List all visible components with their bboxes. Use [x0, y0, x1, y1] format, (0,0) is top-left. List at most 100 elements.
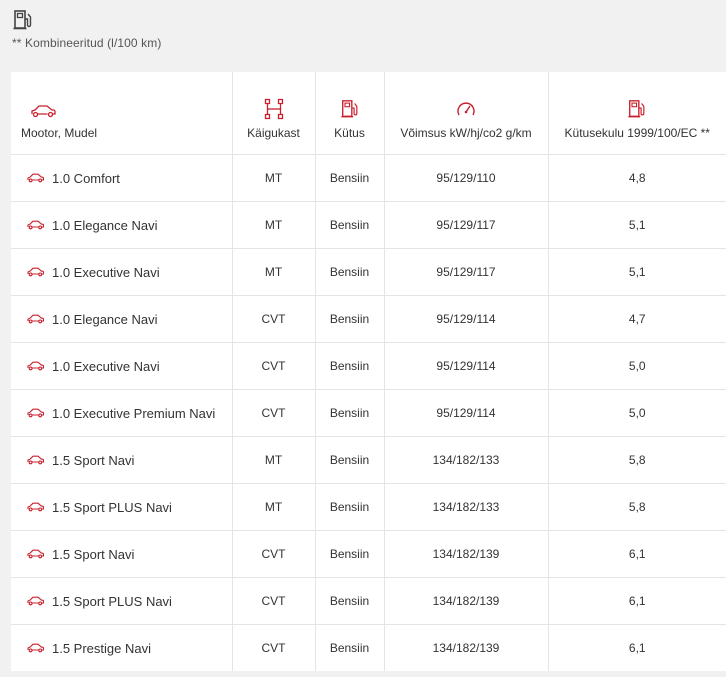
consumption-cell: 6,1 — [628, 641, 646, 655]
car-icon — [27, 549, 44, 559]
power-cell: 95/129/110 — [384, 154, 549, 202]
car-icon — [27, 596, 44, 606]
table-row: 1.5 Sport Navi CVT Bensiin 134/182/139 6… — [11, 530, 726, 578]
fuel-cell: Bensiin — [315, 436, 385, 484]
fuel-cell: Bensiin — [315, 154, 385, 202]
power-cell: 134/182/139 — [384, 577, 549, 625]
model-cell: 1.0 Executive Navi — [11, 248, 233, 296]
power-cell: 95/129/114 — [384, 342, 549, 390]
model-name: 1.0 Executive Navi — [52, 264, 160, 280]
consumption-cell: 4,8 — [548, 154, 726, 202]
consumption-cell: 5,0 — [548, 389, 726, 437]
consumption-cell: 6,1 — [548, 530, 726, 578]
model-name: 1.5 Sport PLUS Navi — [52, 593, 172, 609]
model-cell: 1.5 Prestige Navi — [11, 624, 233, 671]
gearbox-cell: CVT — [232, 530, 316, 578]
table-row: 1.0 Executive Navi MT Bensiin 95/129/117… — [11, 248, 726, 296]
header-power: Võimsus kW/hj/co2 g/km — [384, 72, 549, 155]
header-model-label: Mootor, Mudel — [21, 126, 98, 140]
fuel-pump-icon — [13, 10, 32, 30]
fuel-pump-icon — [340, 100, 357, 118]
table-row: 1.0 Executive Premium Navi CVT Bensiin 9… — [11, 389, 726, 437]
model-cell: 1.5 Sport Navi — [11, 436, 233, 484]
model-cell: 1.5 Sport PLUS Navi — [11, 577, 233, 625]
table-row: 1.5 Sport PLUS Navi CVT Bensiin 134/182/… — [11, 577, 726, 625]
power-cell: 95/129/114 — [384, 295, 549, 343]
model-name: 1.0 Elegance Navi — [52, 311, 158, 327]
table-header-row: Mootor, Mudel Käigukast Kütus Võimsus kW… — [11, 72, 726, 155]
gearbox-cell: CVT — [232, 295, 316, 343]
gearbox-cell: CVT — [232, 577, 316, 625]
fuel-cell: Bensiin — [315, 342, 385, 390]
car-icon — [27, 408, 44, 418]
model-cell: 1.0 Executive Premium Navi — [11, 389, 233, 437]
power-cell: 134/182/133 — [384, 436, 549, 484]
fuel-cell: Bensiin — [315, 530, 385, 578]
gearbox-cell: MT — [232, 154, 316, 202]
table-row: 1.5 Sport Navi MT Bensiin 134/182/133 5,… — [11, 436, 726, 484]
table-row: 1.0 Executive Navi CVT Bensiin 95/129/11… — [11, 342, 726, 390]
model-cell: 1.5 Sport PLUS Navi — [11, 483, 233, 531]
consumption-cell: 5,1 — [548, 248, 726, 296]
car-icon — [27, 314, 44, 324]
car-icon — [27, 267, 44, 277]
fuel-cell: Bensiin — [315, 577, 385, 625]
header-consumption-label: Kütusekulu 1999/100/EC ** — [564, 126, 710, 140]
header-fuel-label: Kütus — [334, 126, 365, 140]
header-gearbox: Käigukast — [232, 72, 316, 155]
fuel-cell: Bensiin — [315, 248, 385, 296]
header-gearbox-label: Käigukast — [247, 126, 300, 140]
gearbox-icon — [264, 98, 283, 120]
model-name: 1.5 Prestige Navi — [52, 640, 151, 656]
model-name: 1.0 Elegance Navi — [52, 217, 158, 233]
model-name: 1.5 Sport Navi — [52, 546, 135, 562]
note-text: ** Kombineeritud (l/100 km) — [12, 36, 162, 50]
gearbox-cell: MT — [232, 248, 316, 296]
fuel-cell: Bensiin — [315, 483, 385, 531]
consumption-cell: 5,0 — [548, 342, 726, 390]
fuel-cell: Bensiin — [315, 389, 385, 437]
model-cell: 1.0 Comfort — [11, 154, 233, 202]
power-cell: 95/129/117 — [384, 248, 549, 296]
table-row: 1.0 Elegance Navi MT Bensiin 95/129/117 … — [11, 201, 726, 249]
car-icon — [27, 361, 44, 371]
fuel-cell: Bensiin — [315, 624, 385, 671]
car-icon — [27, 643, 44, 653]
model-cell: 1.5 Sport Navi — [11, 530, 233, 578]
power-cell: 134/182/133 — [384, 483, 549, 531]
car-icon — [31, 105, 56, 118]
table-row: 1.5 Sport PLUS Navi MT Bensiin 134/182/1… — [11, 483, 726, 531]
power-cell: 134/182/139 — [384, 624, 549, 671]
model-name: 1.0 Executive Premium Navi — [52, 405, 216, 421]
gearbox-cell: MT — [232, 201, 316, 249]
gearbox-cell: CVT — [232, 342, 316, 390]
fuel-cell: Bensiin — [315, 295, 385, 343]
header-power-label: Võimsus kW/hj/co2 g/km — [400, 126, 532, 140]
model-name: 1.0 Executive Navi — [52, 358, 160, 374]
consumption-cell: 5,1 — [548, 201, 726, 249]
power-cell: 134/182/139 — [384, 530, 549, 578]
model-name: 1.5 Sport Navi — [52, 452, 135, 468]
consumption-cell: 5,8 — [548, 436, 726, 484]
gearbox-cell: MT — [232, 483, 316, 531]
power-cell: 95/129/114 — [384, 389, 549, 437]
power-cell: 95/129/117 — [384, 201, 549, 249]
speedometer-icon — [457, 102, 475, 116]
car-icon — [27, 502, 44, 512]
header-model: Mootor, Mudel — [11, 72, 233, 155]
model-cell: 1.0 Elegance Navi — [11, 295, 233, 343]
car-icon — [27, 173, 44, 183]
fuel-cell: Bensiin — [315, 201, 385, 249]
gearbox-cell: MT — [232, 436, 316, 484]
car-icon — [27, 455, 44, 465]
model-cell: 1.0 Elegance Navi — [11, 201, 233, 249]
table-row: 1.0 Elegance Navi CVT Bensiin 95/129/114… — [11, 295, 726, 343]
header-consumption: Kütusekulu 1999/100/EC ** — [548, 72, 726, 155]
consumption-cell: 4,7 — [548, 295, 726, 343]
consumption-cell: 6,1 — [548, 577, 726, 625]
specs-table: Mootor, Mudel Käigukast Kütus Võimsus kW… — [11, 72, 726, 671]
consumption-note: ** Kombineeritud (l/100 km) — [12, 9, 161, 50]
car-icon — [27, 220, 44, 230]
model-name: 1.5 Sport PLUS Navi — [52, 499, 172, 515]
fuel-pump-icon — [628, 100, 645, 118]
